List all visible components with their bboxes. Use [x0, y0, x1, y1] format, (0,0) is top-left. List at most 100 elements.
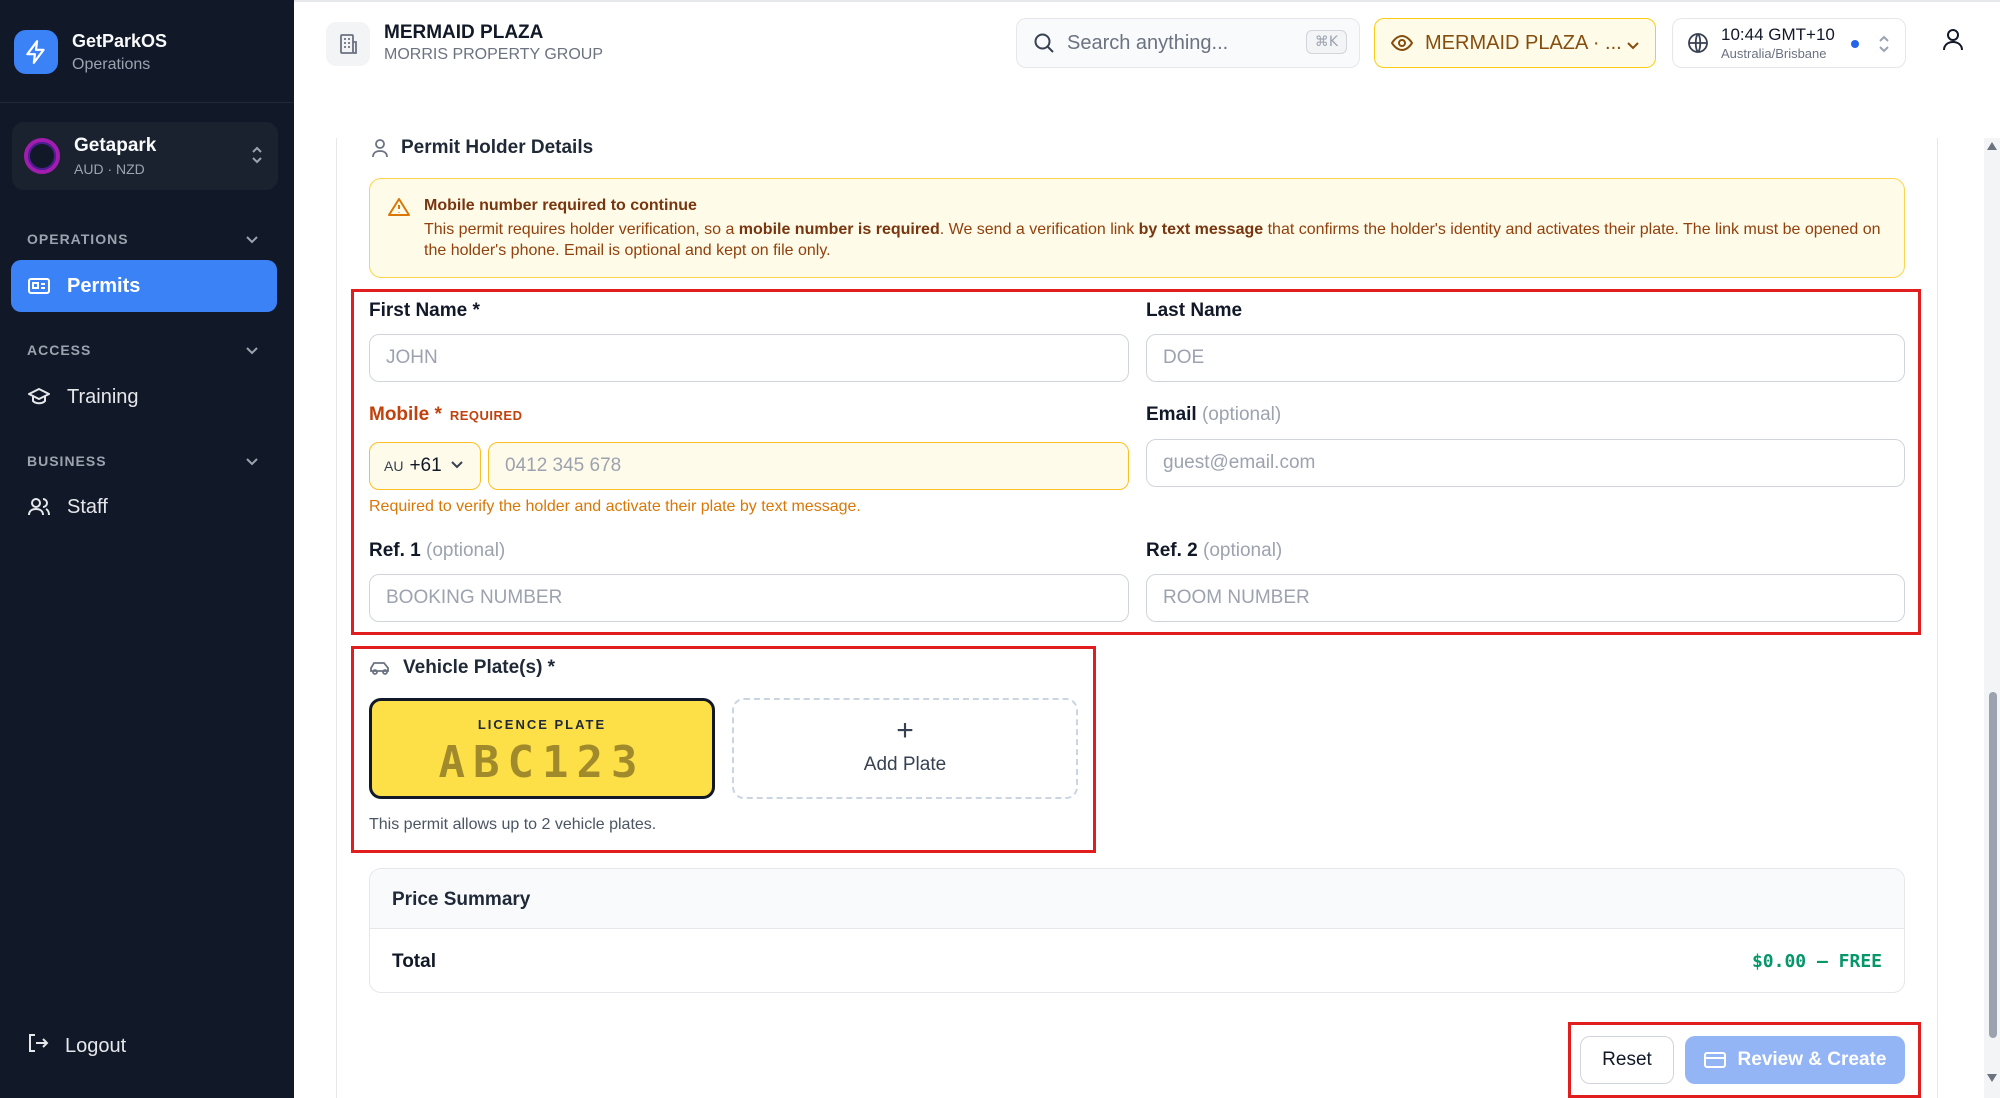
status-dot [1851, 40, 1859, 48]
ref2-placeholder: ROOM NUMBER [1163, 587, 1310, 608]
country-code-select[interactable]: AU +61 [369, 442, 481, 490]
ref1-field[interactable]: BOOKING NUMBER [369, 574, 1129, 622]
ref2-label: Ref. 2 (optional) [1146, 540, 1283, 561]
timezone-name: Australia/Brisbane [1721, 46, 1827, 61]
timezone-selector[interactable]: 10:44 GMT+10 Australia/Brisbane [1672, 18, 1906, 68]
top-header: MERMAID PLAZA MORRIS PROPERTY GROUP Sear… [294, 0, 2000, 82]
price-summary: Price Summary Total $0.00 — FREE [369, 868, 1905, 993]
plate-tag: LICENCE PLATE [477, 717, 607, 732]
eye-icon [1391, 35, 1413, 51]
scrollbar[interactable] [1984, 138, 2000, 1098]
reset-button[interactable]: Reset [1580, 1036, 1674, 1084]
add-plate-label: Add Plate [863, 754, 947, 775]
plus-icon: + [896, 714, 914, 747]
chevron-down-icon[interactable] [244, 344, 260, 362]
search-input[interactable]: Search anything... ⌘K [1016, 18, 1360, 68]
graduation-cap-icon [27, 385, 51, 409]
section-title: Permit Holder Details [401, 137, 594, 158]
mobile-field[interactable]: 0412 345 678 [488, 442, 1129, 490]
id-card-icon [27, 274, 51, 298]
total-label: Total [392, 951, 436, 972]
mobile-placeholder: 0412 345 678 [505, 455, 622, 476]
ref2-field[interactable]: ROOM NUMBER [1146, 574, 1905, 622]
section-business[interactable]: BUSINESS [27, 453, 107, 469]
chevron-down-icon [1625, 35, 1641, 58]
lightning-logo-icon [14, 30, 58, 74]
total-value: $0.00 — FREE [1751, 951, 1882, 972]
logout-button[interactable]: Logout [27, 1033, 126, 1059]
alert-body: This permit requires holder verification… [424, 221, 1881, 259]
chevron-up-down-icon [1877, 33, 1891, 60]
vehicle-plates-heading: Vehicle Plate(s) * [369, 657, 555, 679]
globe-icon [1687, 32, 1709, 54]
mobile-hint: Required to verify the holder and activa… [369, 498, 861, 515]
first-name-placeholder: JOHN [386, 347, 438, 368]
review-create-label: Review & Create [1737, 1049, 1887, 1070]
last-name-field[interactable]: DOE [1146, 334, 1905, 382]
brand-name: GetParkOS [72, 30, 168, 51]
mobile-required-alert: Mobile number required to continue This … [369, 178, 1905, 278]
sidebar-item-staff[interactable]: Staff [11, 481, 277, 533]
first-name-field[interactable]: JOHN [369, 334, 1129, 382]
alert-title: Mobile number required to continue [424, 197, 697, 214]
add-plate-button[interactable]: + Add Plate [732, 698, 1078, 799]
review-create-button[interactable]: Review & Create [1685, 1036, 1905, 1084]
price-summary-title: Price Summary [392, 889, 531, 910]
plate-limit-note: This permit allows up to 2 vehicle plate… [369, 816, 657, 833]
org-switcher[interactable]: Getapark AUD · NZD [12, 122, 278, 190]
sidebar-item-training[interactable]: Training [11, 371, 277, 423]
search-shortcut: ⌘K [1305, 30, 1347, 54]
last-name-label: Last Name [1146, 300, 1243, 321]
email-placeholder: guest@email.com [1163, 452, 1316, 473]
chevron-up-down-icon [250, 144, 264, 171]
ref1-label: Ref. 1 (optional) [369, 540, 506, 561]
logout-label: Logout [65, 1034, 127, 1057]
last-name-placeholder: DOE [1163, 347, 1205, 368]
brand-subtitle: Operations [72, 55, 151, 73]
scroll-thumb[interactable] [1989, 692, 1997, 1038]
sidebar-item-label: Permits [67, 274, 141, 297]
required-tag: REQUIRED [449, 408, 523, 423]
section-access[interactable]: ACCESS [27, 342, 91, 358]
price-summary-header: Price Summary [370, 869, 1904, 929]
search-icon [1033, 32, 1055, 54]
logout-icon [27, 1033, 49, 1059]
site-title: MERMAID PLAZA [384, 22, 544, 43]
section-title: Vehicle Plate(s) * [403, 657, 556, 678]
site-subtitle: MORRIS PROPERTY GROUP [384, 46, 603, 63]
mobile-label: Mobile * REQUIRED [369, 404, 523, 425]
user-icon[interactable] [1942, 28, 1964, 57]
country-code: AU [384, 458, 404, 474]
site-selector[interactable]: MERMAID PLAZA · ... [1374, 18, 1656, 68]
search-placeholder: Search anything... [1067, 31, 1229, 54]
car-icon [369, 660, 391, 676]
email-label: Email (optional) [1146, 404, 1282, 425]
sidebar-item-label: Training [67, 385, 139, 408]
sidebar-divider [0, 102, 294, 103]
user-icon [371, 138, 389, 158]
sidebar-item-label: Staff [67, 495, 108, 518]
org-avatar [24, 138, 60, 174]
users-icon [27, 495, 51, 519]
email-field[interactable]: guest@email.com [1146, 439, 1905, 487]
chevron-down-icon[interactable] [244, 455, 260, 473]
current-time: 10:44 GMT+10 [1721, 25, 1835, 44]
chevron-down-icon [450, 457, 464, 475]
brand[interactable]: GetParkOS Operations [14, 30, 167, 74]
chevron-down-icon[interactable] [244, 233, 260, 251]
scroll-up-arrow[interactable] [1987, 142, 1997, 150]
first-name-label: First Name * [369, 300, 480, 321]
building-icon [326, 22, 370, 66]
site-selector-label: MERMAID PLAZA · ... [1425, 31, 1622, 54]
scroll-down-arrow[interactable] [1987, 1074, 1997, 1082]
org-name: Getapark [74, 135, 157, 156]
plate-number: ABC123 [438, 737, 646, 788]
ref1-placeholder: BOOKING NUMBER [386, 587, 563, 608]
dial-code: +61 [409, 455, 442, 476]
warning-icon [388, 197, 410, 222]
licence-plate-card[interactable]: LICENCE PLATE ABC123 [369, 698, 715, 799]
sidebar: GetParkOS Operations Getapark AUD · NZD … [0, 0, 294, 1098]
section-operations[interactable]: OPERATIONS [27, 231, 129, 247]
org-currencies: AUD · NZD [74, 161, 145, 177]
sidebar-item-permits[interactable]: Permits [11, 260, 277, 312]
